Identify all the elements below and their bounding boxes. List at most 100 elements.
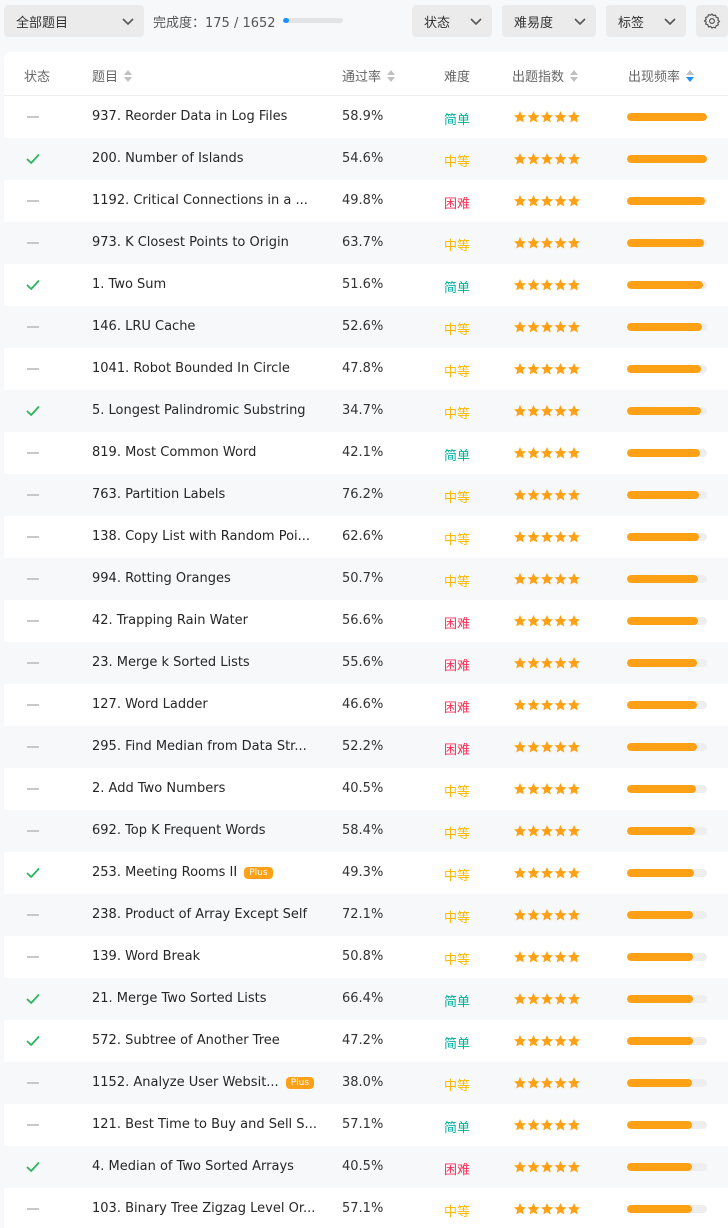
problem-title-link[interactable]: 572. Subtree of Another Tree: [92, 1033, 280, 1048]
frequency-fill: [627, 953, 694, 961]
rating-stars: [513, 1076, 583, 1090]
problem-title-link[interactable]: 1192. Critical Connections in a ...: [92, 193, 308, 208]
table-row[interactable]: 763. Partition Labels 76.2% 中等: [4, 474, 728, 516]
table-row[interactable]: 23. Merge k Sorted Lists 55.6% 困难: [4, 642, 728, 684]
table-row[interactable]: 1152. Analyze User Websit... Plus 38.0% 中等: [4, 1062, 728, 1104]
star-icon: [514, 489, 526, 501]
star-icon: [527, 531, 540, 543]
table-row[interactable]: 4. Median of Two Sorted Arrays 40.5% 困难: [4, 1146, 728, 1188]
problem-title-link[interactable]: 1152. Analyze User Websit... Plus: [92, 1075, 315, 1090]
frequency-fill: [627, 1079, 692, 1087]
rating-stars: [513, 362, 583, 376]
problem-title-link[interactable]: 103. Binary Tree Zigzag Level Or...: [92, 1201, 315, 1216]
frequency-fill: [627, 1121, 692, 1129]
table-row[interactable]: 5. Longest Palindromic Substring 34.7% 中等: [4, 390, 728, 432]
problem-table: 状态 题目 通过率 难度 出题指数 出现频率 937. Reorder Data…: [4, 52, 728, 1228]
star-icon: [541, 153, 553, 165]
problem-title-link[interactable]: 973. K Closest Points to Origin: [92, 235, 289, 250]
star-icon: [541, 783, 553, 795]
column-acceptance[interactable]: 通过率: [342, 66, 396, 85]
difficulty-filter-dropdown[interactable]: 难易度: [502, 5, 596, 37]
rating-stars: [513, 278, 583, 292]
problem-title-link[interactable]: 5. Longest Palindromic Substring: [92, 403, 306, 418]
table-row[interactable]: 42. Trapping Rain Water 56.6% 困难: [4, 600, 728, 642]
problem-title-link[interactable]: 763. Partition Labels: [92, 487, 225, 502]
problem-title-link[interactable]: 4. Median of Two Sorted Arrays: [92, 1159, 294, 1174]
acceptance-rate: 58.9%: [342, 109, 384, 124]
table-row[interactable]: 692. Top K Frequent Words 58.4% 中等: [4, 810, 728, 852]
table-row[interactable]: 2. Add Two Numbers 40.5% 中等: [4, 768, 728, 810]
table-row[interactable]: 1041. Robot Bounded In Circle 47.8% 中等: [4, 348, 728, 390]
problem-title-link[interactable]: 138. Copy List with Random Poi...: [92, 529, 310, 544]
table-row[interactable]: 994. Rotting Oranges 50.7% 中等: [4, 558, 728, 600]
table-row[interactable]: 138. Copy List with Random Poi... 62.6% 中等: [4, 516, 728, 558]
problem-title-link[interactable]: 2. Add Two Numbers: [92, 781, 225, 796]
settings-button[interactable]: [696, 5, 728, 37]
table-row[interactable]: 819. Most Common Word 42.1% 简单: [4, 432, 728, 474]
rating-stars: [513, 572, 583, 586]
frequency-fill: [627, 701, 698, 709]
star-icon: [554, 405, 567, 417]
star-icon: [541, 321, 553, 333]
status-filter-dropdown[interactable]: 状态: [412, 5, 492, 37]
problem-title-link[interactable]: 42. Trapping Rain Water: [92, 613, 248, 628]
problem-title-link[interactable]: 200. Number of Islands: [92, 151, 244, 166]
problem-title-link[interactable]: 1. Two Sum: [92, 277, 166, 292]
unsolved-dash-icon: [26, 572, 40, 586]
table-row[interactable]: 937. Reorder Data in Log Files 58.9% 简单: [4, 96, 728, 138]
column-frequency[interactable]: 出现频率: [628, 66, 695, 85]
difficulty-label: 困难: [444, 743, 471, 758]
problem-title-link[interactable]: 937. Reorder Data in Log Files: [92, 109, 287, 124]
star-icon: [541, 195, 553, 207]
star-icon: [541, 657, 553, 669]
star-icon: [541, 1161, 553, 1173]
column-difficulty: 难度: [444, 70, 471, 85]
problem-title-link[interactable]: 295. Find Median from Data Str...: [92, 739, 307, 754]
problem-title-link[interactable]: 127. Word Ladder: [92, 697, 208, 712]
table-row[interactable]: 103. Binary Tree Zigzag Level Or... 57.1%…: [4, 1188, 728, 1228]
problem-title-link[interactable]: 1041. Robot Bounded In Circle: [92, 361, 290, 376]
table-row[interactable]: 146. LRU Cache 52.6% 中等: [4, 306, 728, 348]
table-row[interactable]: 253. Meeting Rooms II Plus 49.3% 中等: [4, 852, 728, 894]
table-row[interactable]: 572. Subtree of Another Tree 47.2% 简单: [4, 1020, 728, 1062]
problem-title-link[interactable]: 994. Rotting Oranges: [92, 571, 231, 586]
star-icon: [554, 699, 567, 711]
difficulty-filter-label: 难易度: [514, 15, 554, 31]
table-row[interactable]: 973. K Closest Points to Origin 63.7% 中等: [4, 222, 728, 264]
star-icon: [568, 111, 580, 123]
problem-title-link[interactable]: 23. Merge k Sorted Lists: [92, 655, 250, 670]
table-row[interactable]: 139. Word Break 50.8% 中等: [4, 936, 728, 978]
problem-title-link[interactable]: 253. Meeting Rooms II Plus: [92, 865, 273, 880]
acceptance-rate: 62.6%: [342, 529, 384, 544]
acceptance-rate: 66.4%: [342, 991, 384, 1006]
difficulty-label: 中等: [444, 869, 471, 884]
problem-title-link[interactable]: 121. Best Time to Buy and Sell S...: [92, 1117, 317, 1132]
star-icon: [554, 951, 567, 963]
table-row[interactable]: 1192. Critical Connections in a ... 49.8%…: [4, 180, 728, 222]
problem-title-link[interactable]: 21. Merge Two Sorted Lists: [92, 991, 267, 1006]
difficulty-label: 简单: [444, 1121, 471, 1136]
problem-title-link[interactable]: 146. LRU Cache: [92, 319, 195, 334]
table-row[interactable]: 200. Number of Islands 54.6% 中等: [4, 138, 728, 180]
frequency-bar: [627, 281, 707, 289]
frequency-fill: [627, 659, 698, 667]
problem-title-link[interactable]: 692. Top K Frequent Words: [92, 823, 266, 838]
tags-filter-dropdown[interactable]: 标签: [606, 5, 686, 37]
column-title[interactable]: 题目: [92, 66, 133, 85]
difficulty-label: 中等: [444, 239, 471, 254]
all-questions-dropdown[interactable]: 全部题目: [4, 5, 144, 37]
problem-title-link[interactable]: 819. Most Common Word: [92, 445, 256, 460]
frequency-fill: [627, 1037, 693, 1045]
unsolved-dash-icon: [26, 824, 40, 838]
column-rating[interactable]: 出题指数: [512, 66, 579, 85]
table-row[interactable]: 121. Best Time to Buy and Sell S... 57.1%…: [4, 1104, 728, 1146]
table-row[interactable]: 238. Product of Array Except Self 72.1% 中等: [4, 894, 728, 936]
table-row[interactable]: 127. Word Ladder 46.6% 困难: [4, 684, 728, 726]
acceptance-rate: 40.5%: [342, 1159, 384, 1174]
table-row[interactable]: 21. Merge Two Sorted Lists 66.4% 简单: [4, 978, 728, 1020]
table-row[interactable]: 295. Find Median from Data Str... 52.2% 困难: [4, 726, 728, 768]
problem-title-link[interactable]: 139. Word Break: [92, 949, 200, 964]
table-row[interactable]: 1. Two Sum 51.6% 简单: [4, 264, 728, 306]
problem-title-link[interactable]: 238. Product of Array Except Self: [92, 907, 307, 922]
difficulty-label: 中等: [444, 785, 471, 800]
